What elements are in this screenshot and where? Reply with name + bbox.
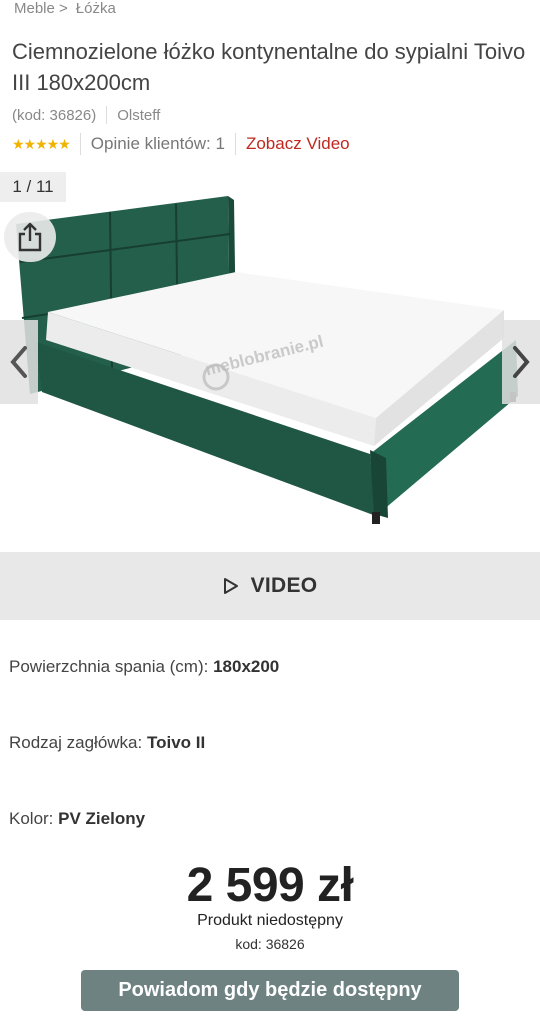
- spec-value: 180x200: [213, 657, 280, 676]
- video-button-label: VIDEO: [250, 574, 318, 597]
- product-meta: (kod: 36826) Olsteff: [12, 106, 160, 124]
- video-button[interactable]: VIDEO: [0, 552, 540, 620]
- gallery-counter: 1 / 11: [0, 172, 66, 202]
- brand-name[interactable]: Olsteff: [117, 107, 160, 124]
- spec-sleeping-area: Powierzchnia spania (cm): 180x200: [9, 657, 279, 677]
- spec-label: Rodzaj zagłówka:: [9, 733, 147, 752]
- divider: [234, 133, 236, 155]
- rating-stars[interactable]: ★★★★★: [12, 136, 71, 153]
- play-outline-icon: [223, 578, 238, 594]
- spec-color: Kolor: PV Zielony: [9, 809, 145, 829]
- notify-when-available-button[interactable]: Powiadom gdy będzie dostępny: [81, 970, 459, 1011]
- product-gallery[interactable]: 1 / 11 meblobranie.pl: [0, 172, 540, 552]
- watch-video-link[interactable]: Zobacz Video: [246, 134, 350, 154]
- product-price: 2 599 zł: [186, 859, 354, 912]
- breadcrumb-item-lozka[interactable]: Łóżka: [76, 0, 116, 17]
- chevron-right-icon: [513, 346, 530, 378]
- divider: [79, 133, 81, 155]
- spec-value[interactable]: PV Zielony: [58, 809, 145, 828]
- chevron-left-icon: [10, 346, 27, 378]
- product-title: Ciemnozielone łóżko kontynentalne do syp…: [12, 39, 526, 95]
- breadcrumb: Meble > Łóżka: [14, 0, 116, 17]
- product-code-bottom: kod: 36826: [235, 936, 305, 952]
- availability-status: Produkt niedostępny: [197, 912, 343, 929]
- spec-label: Powierzchnia spania (cm):: [9, 657, 214, 676]
- gallery-next-button[interactable]: [502, 320, 540, 404]
- spec-headboard-type: Rodzaj zagłówka: Toivo II: [9, 733, 205, 753]
- breadcrumb-item-meble[interactable]: Meble >: [14, 0, 68, 17]
- gallery-prev-button[interactable]: [0, 320, 38, 404]
- share-icon: [18, 222, 42, 252]
- reviews-link[interactable]: Opinie klientów: 1: [91, 134, 225, 154]
- divider: [106, 106, 108, 124]
- product-code: (kod: 36826): [12, 106, 97, 124]
- spec-value[interactable]: Toivo II: [147, 733, 205, 752]
- rating-row: ★★★★★ Opinie klientów: 1 Zobacz Video: [12, 133, 350, 155]
- spec-label: Kolor:: [9, 809, 59, 828]
- share-button[interactable]: [4, 212, 56, 262]
